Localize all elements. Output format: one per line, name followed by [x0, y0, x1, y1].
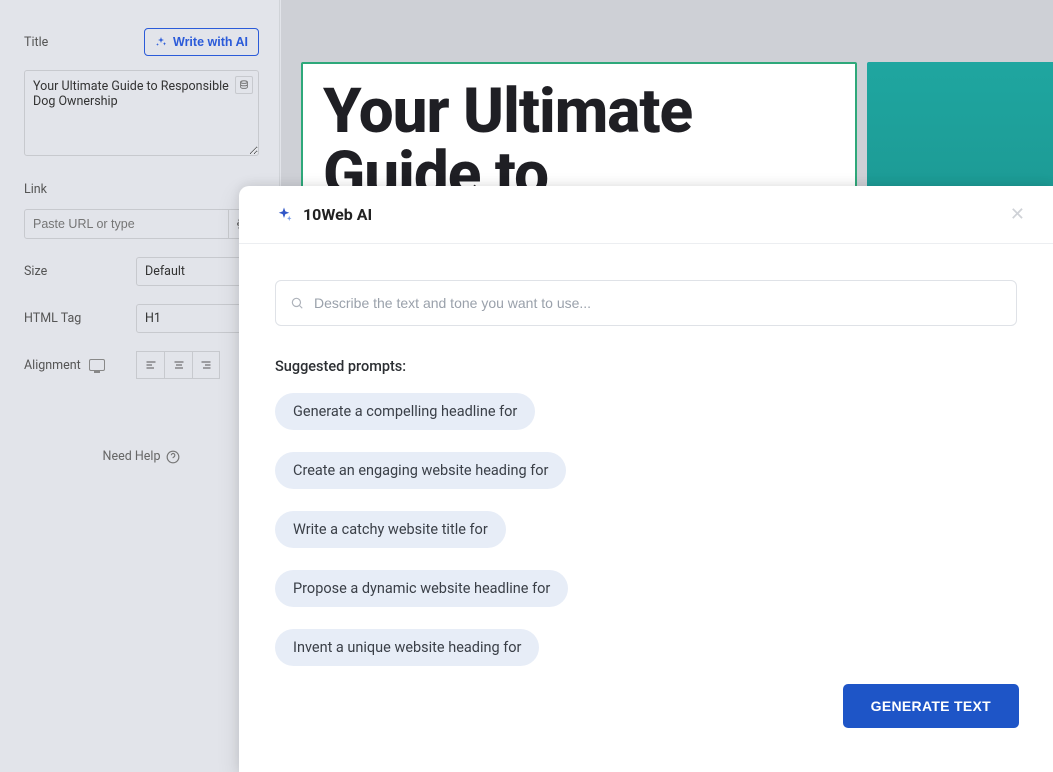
title-textarea[interactable] [24, 70, 259, 156]
database-icon [239, 80, 249, 90]
size-field: Size Default [24, 257, 259, 286]
title-field: Title Write with AI [24, 28, 259, 160]
align-right-button[interactable] [192, 351, 220, 379]
link-input[interactable] [24, 209, 229, 239]
help-icon [166, 450, 180, 464]
align-right-icon [200, 359, 212, 371]
html-tag-field: HTML Tag H1 [24, 304, 259, 333]
align-center-icon [173, 359, 185, 371]
dialog-close-button[interactable]: ✕ [1010, 204, 1025, 225]
align-left-icon [145, 359, 157, 371]
alignment-field: Alignment [24, 351, 259, 379]
link-label: Link [24, 182, 259, 197]
editor-sidebar: Title Write with AI Link Size Default HT… [0, 0, 280, 772]
dialog-footer: GENERATE TEXT [843, 684, 1019, 728]
prompt-chip[interactable]: Write a catchy website title for [275, 511, 506, 548]
dialog-title: 10Web AI [303, 205, 372, 224]
html-tag-label: HTML Tag [24, 311, 136, 326]
title-label: Title [24, 35, 48, 50]
prompt-input[interactable] [304, 295, 1002, 311]
write-with-ai-button[interactable]: Write with AI [144, 28, 259, 56]
prompt-chip[interactable]: Generate a compelling headline for [275, 393, 535, 430]
dialog-header: 10Web AI ✕ [239, 186, 1053, 244]
search-icon [290, 296, 304, 310]
sparkle-icon [155, 36, 167, 48]
link-input-group [24, 209, 259, 239]
suggested-prompts-label: Suggested prompts: [275, 358, 1017, 375]
sparkle-icon [275, 206, 293, 224]
dynamic-tags-button[interactable] [235, 76, 253, 94]
align-left-button[interactable] [136, 351, 164, 379]
align-center-button[interactable] [164, 351, 192, 379]
title-textarea-wrap [24, 70, 259, 160]
alignment-label: Alignment [24, 358, 136, 373]
prompt-chip[interactable]: Create an engaging website heading for [275, 452, 566, 489]
need-help-link[interactable]: Need Help [24, 449, 259, 464]
responsive-icon[interactable] [89, 359, 105, 371]
write-ai-label: Write with AI [173, 35, 248, 49]
prompt-chip[interactable]: Propose a dynamic website headline for [275, 570, 568, 607]
link-field: Link [24, 182, 259, 239]
prompt-input-wrap [275, 280, 1017, 326]
ai-dialog: 10Web AI ✕ Suggested prompts: Generate a… [239, 186, 1053, 772]
title-header: Title Write with AI [24, 28, 259, 56]
dialog-title-wrap: 10Web AI [275, 205, 372, 224]
size-label: Size [24, 264, 136, 279]
dialog-body: Suggested prompts: Generate a compelling… [239, 244, 1053, 666]
suggested-prompts-list: Generate a compelling headline for Creat… [275, 393, 1017, 666]
generate-text-button[interactable]: GENERATE TEXT [843, 684, 1019, 728]
prompt-chip[interactable]: Invent a unique website heading for [275, 629, 539, 666]
